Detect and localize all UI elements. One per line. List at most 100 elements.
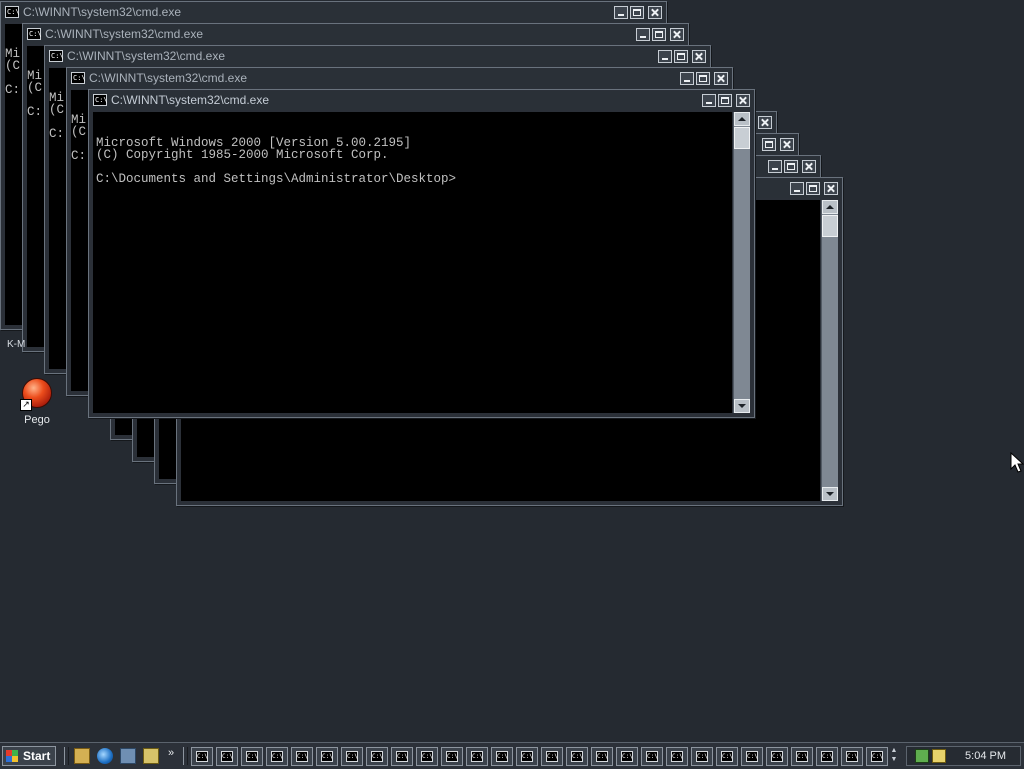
maximize-button[interactable] — [652, 28, 666, 41]
task-button[interactable]: C:\ — [341, 747, 363, 766]
close-button[interactable] — [736, 94, 750, 107]
scroll-up-button[interactable] — [822, 200, 838, 214]
title-bar[interactable]: C:\ C:\WINNT\system32\cmd.exe — [46, 47, 709, 66]
cmd-task-icon: C:\ — [846, 751, 858, 762]
maximize-button[interactable] — [762, 138, 776, 151]
cmd-window-active[interactable]: C:\ C:\WINNT\system32\cmd.exe Microsoft … — [88, 89, 755, 418]
task-button[interactable]: C:\ — [216, 747, 238, 766]
maximize-button[interactable] — [696, 72, 710, 85]
maximize-button[interactable] — [784, 160, 798, 173]
minimize-button[interactable] — [658, 50, 672, 63]
minimize-button[interactable] — [636, 28, 650, 41]
window-title: C:\WINNT\system32\cmd.exe — [45, 27, 204, 41]
vertical-scrollbar[interactable] — [821, 200, 838, 501]
scroll-up-button[interactable] — [734, 112, 750, 126]
task-button[interactable]: C:\ — [191, 747, 213, 766]
cmd-task-icon: C:\ — [371, 751, 383, 762]
minimize-button[interactable] — [768, 160, 782, 173]
close-button[interactable] — [692, 50, 706, 63]
volume-tray-icon[interactable] — [932, 749, 946, 763]
maximize-button[interactable] — [630, 6, 644, 19]
cmd-task-icon: C:\ — [621, 751, 633, 762]
close-button[interactable] — [714, 72, 728, 85]
scroll-down-button[interactable] — [734, 399, 750, 413]
cmd-task-icon: C:\ — [221, 751, 233, 762]
cmd-task-icon: C:\ — [421, 751, 433, 762]
clock[interactable]: 5:04 PM — [965, 747, 1006, 765]
task-button[interactable]: C:\ — [266, 747, 288, 766]
task-button[interactable]: C:\ — [616, 747, 638, 766]
scroll-thumb[interactable] — [734, 127, 750, 149]
maximize-button[interactable] — [718, 94, 732, 107]
task-button[interactable]: C:\ — [391, 747, 413, 766]
task-button[interactable]: C:\ — [541, 747, 563, 766]
title-bar[interactable]: C:\ C:\WINNT\system32\cmd.exe — [2, 3, 665, 22]
title-bar[interactable]: C:\ C:\WINNT\system32\cmd.exe — [90, 91, 753, 110]
task-button[interactable]: C:\ — [466, 747, 488, 766]
scroll-thumb[interactable] — [822, 215, 838, 237]
minimize-button[interactable] — [680, 72, 694, 85]
toolbar-grip[interactable] — [64, 747, 69, 765]
toolbar-grip[interactable] — [183, 747, 188, 765]
cmd-task-icon: C:\ — [721, 751, 733, 762]
taskbar: Start » C:\ C:\ C:\ C:\ C:\ C:\ C:\ C:\ … — [0, 742, 1024, 769]
title-bar[interactable]: C:\ C:\WINNT\system32\cmd.exe — [24, 25, 687, 44]
network-tray-icon[interactable] — [915, 749, 929, 763]
mouse-cursor-icon — [1010, 452, 1024, 473]
close-button[interactable] — [802, 160, 816, 173]
close-button[interactable] — [670, 28, 684, 41]
minimize-button[interactable] — [790, 182, 804, 195]
close-button[interactable] — [648, 6, 662, 19]
scroll-down-button[interactable] — [822, 487, 838, 501]
start-button[interactable]: Start — [2, 746, 56, 766]
task-button[interactable]: C:\ — [566, 747, 588, 766]
task-button[interactable]: C:\ — [716, 747, 738, 766]
task-button[interactable]: C:\ — [316, 747, 338, 766]
minimize-button[interactable] — [614, 6, 628, 19]
maximize-button[interactable] — [674, 50, 688, 63]
task-button[interactable]: C:\ — [641, 747, 663, 766]
task-button[interactable]: C:\ — [441, 747, 463, 766]
task-button[interactable]: C:\ — [791, 747, 813, 766]
task-button[interactable]: C:\ — [866, 747, 888, 766]
task-button[interactable]: C:\ — [516, 747, 538, 766]
title-bar[interactable]: C:\ C:\WINNT\system32\cmd.exe — [68, 69, 731, 88]
close-button[interactable] — [780, 138, 794, 151]
close-button[interactable] — [824, 182, 838, 195]
show-desktop-icon[interactable] — [74, 748, 90, 764]
maximize-button[interactable] — [806, 182, 820, 195]
cmd-app-icon: C:\ — [93, 94, 108, 106]
windows-logo-icon — [6, 750, 18, 762]
search-folder-icon[interactable] — [143, 748, 159, 764]
task-button[interactable]: C:\ — [816, 747, 838, 766]
task-scroll-arrows[interactable]: ▲ ▼ — [889, 746, 899, 766]
task-button[interactable]: C:\ — [291, 747, 313, 766]
task-button[interactable]: C:\ — [591, 747, 613, 766]
task-button[interactable]: C:\ — [366, 747, 388, 766]
task-button[interactable]: C:\ — [766, 747, 788, 766]
start-label: Start — [23, 749, 51, 763]
task-button[interactable]: C:\ — [666, 747, 688, 766]
task-button[interactable]: C:\ — [416, 747, 438, 766]
task-buttons: C:\ C:\ C:\ C:\ C:\ C:\ C:\ C:\ C:\ C:\ … — [191, 747, 888, 767]
task-button[interactable]: C:\ — [691, 747, 713, 766]
desktop-icon-label-partial: K-M — [7, 339, 26, 350]
minimize-button[interactable] — [702, 94, 716, 107]
desktop-icon-pego[interactable]: ↗ Pego — [14, 378, 60, 426]
internet-explorer-icon[interactable] — [97, 748, 113, 764]
cmd-task-icon: C:\ — [296, 751, 308, 762]
task-button[interactable]: C:\ — [241, 747, 263, 766]
vertical-scrollbar[interactable] — [733, 112, 750, 413]
task-button[interactable]: C:\ — [841, 747, 863, 766]
console-line: C:\Documents and Settings\Administrator\… — [96, 172, 457, 186]
cmd-task-icon: C:\ — [496, 751, 508, 762]
outlook-express-icon[interactable] — [120, 748, 136, 764]
task-button[interactable]: C:\ — [491, 747, 513, 766]
console-output[interactable]: Microsoft Windows 2000 [Version 5.00.219… — [93, 112, 732, 413]
quicklaunch-more-button[interactable]: » — [168, 747, 174, 759]
task-button[interactable]: C:\ — [741, 747, 763, 766]
close-button[interactable] — [758, 116, 772, 129]
cmd-task-icon: C:\ — [646, 751, 658, 762]
cmd-task-icon: C:\ — [671, 751, 683, 762]
window-title: C:\WINNT\system32\cmd.exe — [89, 71, 248, 85]
